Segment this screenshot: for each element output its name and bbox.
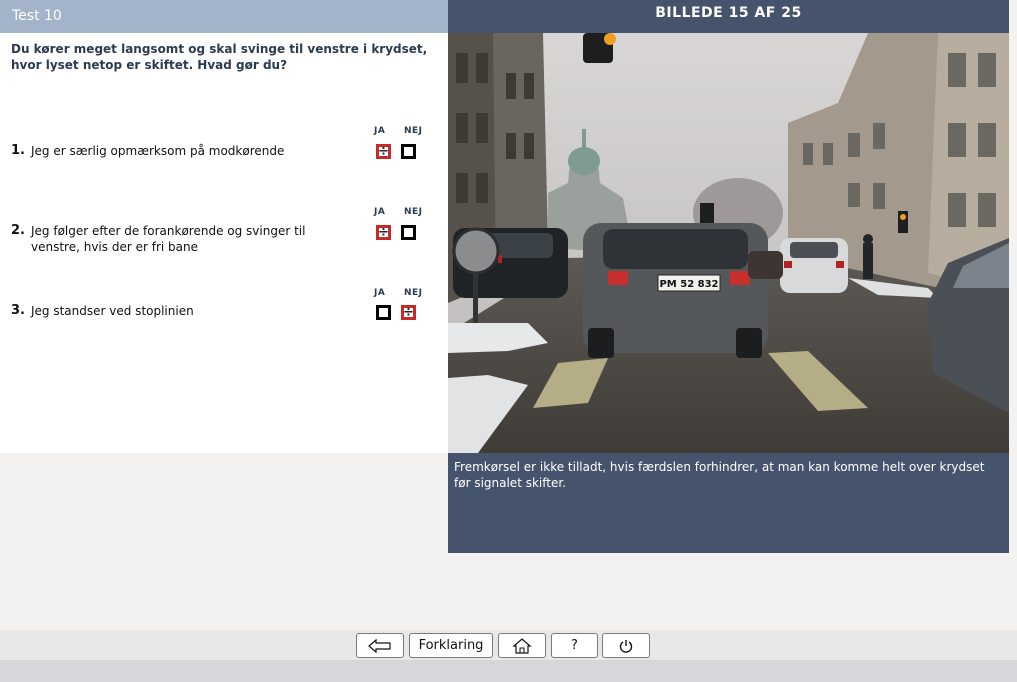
col-head-no-1: NEJ	[404, 126, 423, 136]
col-head-yes-1: JA	[374, 126, 386, 136]
question-text: Du kører meget langsomt og skal svinge t…	[11, 42, 428, 72]
quit-button[interactable]	[602, 633, 650, 658]
power-icon	[619, 639, 633, 653]
answer-number: 1.	[11, 143, 25, 158]
explanation-button[interactable]: Forklaring	[409, 633, 493, 658]
answer-number: 2.	[11, 223, 25, 238]
col-head-yes-2: JA	[374, 207, 386, 217]
answer-3-yes-checkbox[interactable]	[376, 305, 391, 320]
question-panel: Du kører meget langsomt og skal svinge t…	[0, 33, 448, 453]
license-plate: PM 52 832	[659, 279, 718, 290]
street-scene-illustration: PM 52 832	[448, 33, 1009, 453]
page-margin	[1009, 0, 1017, 630]
test-title: Test 10	[0, 0, 448, 33]
answer-1-no-checkbox[interactable]	[401, 144, 416, 159]
image-counter: BILLEDE 15 AF 25	[448, 0, 1009, 33]
explanation-text: Fremkørsel er ikke tilladt, hvis færdsle…	[448, 453, 1009, 553]
traffic-photo: PM 52 832	[448, 33, 1009, 453]
answer-text: Jeg er særlig opmærksom på modkørende	[31, 144, 285, 158]
bottom-toolbar: Forklaring ?	[0, 630, 1017, 660]
answer-1-yes-checkbox[interactable]: ÷	[376, 144, 391, 159]
help-button[interactable]: ?	[551, 633, 598, 658]
answer-text: Jeg følger efter de forankørende og svin…	[31, 224, 306, 254]
answer-number: 3.	[11, 303, 25, 318]
col-head-no-2: NEJ	[404, 207, 423, 217]
answer-3-no-checkbox[interactable]: ÷	[401, 305, 416, 320]
answer-text: Jeg standser ved stoplinien	[31, 304, 194, 318]
answer-2-no-checkbox[interactable]	[401, 225, 416, 240]
home-icon	[512, 637, 532, 654]
back-button[interactable]	[356, 633, 404, 658]
col-head-yes-3: JA	[374, 288, 386, 298]
status-strip	[0, 660, 1017, 682]
arrow-left-icon	[368, 638, 391, 653]
home-button[interactable]	[498, 633, 546, 658]
answer-2-yes-checkbox[interactable]: ÷	[376, 225, 391, 240]
col-head-no-3: NEJ	[404, 288, 423, 298]
